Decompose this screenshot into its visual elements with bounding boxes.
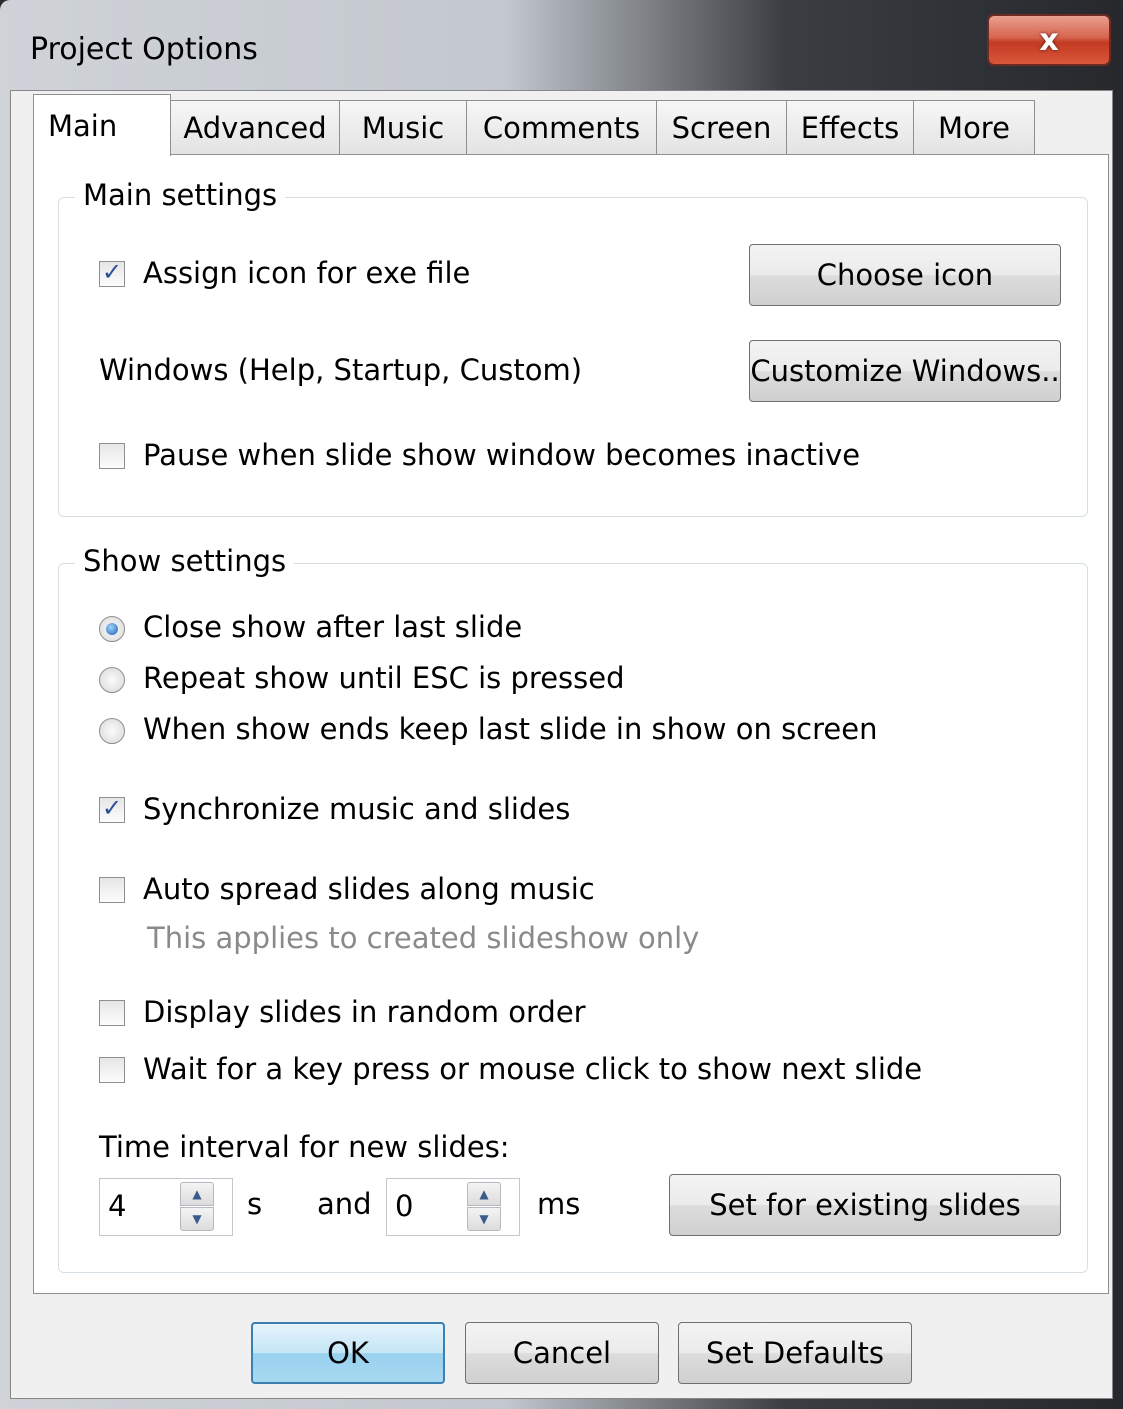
ms-unit: ms: [537, 1187, 581, 1221]
pause-inactive-checkbox[interactable]: [99, 443, 125, 469]
random-order-checkbox[interactable]: [99, 1000, 125, 1026]
random-order-label: Display slides in random order: [143, 995, 586, 1029]
wait-key-label: Wait for a key press or mouse click to s…: [143, 1052, 923, 1086]
tab-effects[interactable]: Effects: [786, 100, 914, 154]
seconds-spinner[interactable]: ▲ ▼: [180, 1182, 216, 1232]
spin-up-icon[interactable]: ▲: [180, 1182, 214, 1206]
customize-windows-button[interactable]: Customize Windows..: [749, 340, 1061, 402]
sync-music-checkbox[interactable]: ✓: [99, 794, 125, 823]
choose-icon-button[interactable]: Choose icon: [749, 244, 1061, 306]
cancel-button[interactable]: Cancel: [465, 1322, 659, 1384]
main-settings-title: Main settings: [75, 178, 286, 212]
seconds-unit: s: [247, 1187, 263, 1221]
auto-spread-hint: This applies to created slideshow only: [147, 921, 700, 955]
spin-up-icon[interactable]: ▲: [467, 1182, 501, 1206]
tab-panel-main: Main settings ✓ Assign icon for exe file…: [33, 154, 1109, 1294]
tab-screen-label: Screen: [671, 110, 772, 145]
checkmark-icon: ✓: [101, 794, 123, 822]
wait-key-checkbox[interactable]: [99, 1057, 125, 1083]
radio-keep-last-slide[interactable]: [99, 718, 125, 744]
radio-repeat-until-esc[interactable]: [99, 667, 125, 693]
tab-more-label: More: [938, 110, 1010, 145]
tab-comments[interactable]: Comments: [466, 100, 657, 154]
window-title: Project Options: [30, 32, 258, 67]
assign-icon-label: Assign icon for exe file: [143, 256, 471, 290]
tab-music[interactable]: Music: [339, 100, 467, 154]
set-defaults-button[interactable]: Set Defaults: [678, 1322, 912, 1384]
tab-advanced[interactable]: Advanced: [170, 100, 340, 154]
tab-more[interactable]: More: [913, 100, 1035, 154]
tab-screen[interactable]: Screen: [656, 100, 787, 154]
tab-advanced-label: Advanced: [183, 110, 327, 145]
ms-spinner[interactable]: ▲ ▼: [467, 1182, 503, 1232]
sync-music-label: Synchronize music and slides: [143, 792, 571, 826]
ok-button[interactable]: OK: [251, 1322, 445, 1384]
radio-selected-dot: [106, 623, 118, 635]
show-settings-group: Show settings Close show after last slid…: [58, 544, 1088, 1273]
project-options-dialog: Project Options x Main Advanced Music Co…: [0, 0, 1123, 1409]
seconds-value: 4: [108, 1189, 127, 1223]
checkmark-icon: ✓: [101, 258, 123, 286]
auto-spread-checkbox[interactable]: [99, 877, 125, 903]
auto-spread-label: Auto spread slides along music: [143, 872, 595, 906]
assign-icon-checkbox[interactable]: ✓: [99, 258, 125, 287]
close-icon: x: [1039, 22, 1059, 58]
interval-label: Time interval for new slides:: [99, 1130, 510, 1164]
close-after-last-label: Close show after last slide: [143, 610, 523, 644]
show-settings-title: Show settings: [75, 544, 295, 578]
radio-close-after-last[interactable]: [99, 616, 125, 642]
ms-value: 0: [395, 1189, 414, 1223]
close-button[interactable]: x: [987, 14, 1111, 66]
spin-down-icon[interactable]: ▼: [180, 1207, 214, 1231]
pause-inactive-label: Pause when slide show window becomes ina…: [143, 438, 861, 472]
repeat-until-esc-label: Repeat show until ESC is pressed: [143, 661, 625, 695]
seconds-spinbox[interactable]: 4 ▲ ▼: [99, 1178, 233, 1236]
tab-main[interactable]: Main: [33, 94, 171, 156]
windows-label: Windows (Help, Startup, Custom): [99, 353, 583, 387]
tab-comments-label: Comments: [482, 110, 641, 145]
tab-music-label: Music: [361, 110, 445, 145]
keep-last-slide-label: When show ends keep last slide in show o…: [143, 712, 878, 746]
and-label: and: [317, 1187, 372, 1221]
spin-down-icon[interactable]: ▼: [467, 1207, 501, 1231]
tab-main-label: Main: [48, 108, 118, 143]
main-settings-group: Main settings ✓ Assign icon for exe file…: [58, 178, 1088, 517]
ms-spinbox[interactable]: 0 ▲ ▼: [386, 1178, 520, 1236]
tab-effects-label: Effects: [800, 110, 900, 145]
set-existing-slides-button[interactable]: Set for existing slides: [669, 1174, 1061, 1236]
